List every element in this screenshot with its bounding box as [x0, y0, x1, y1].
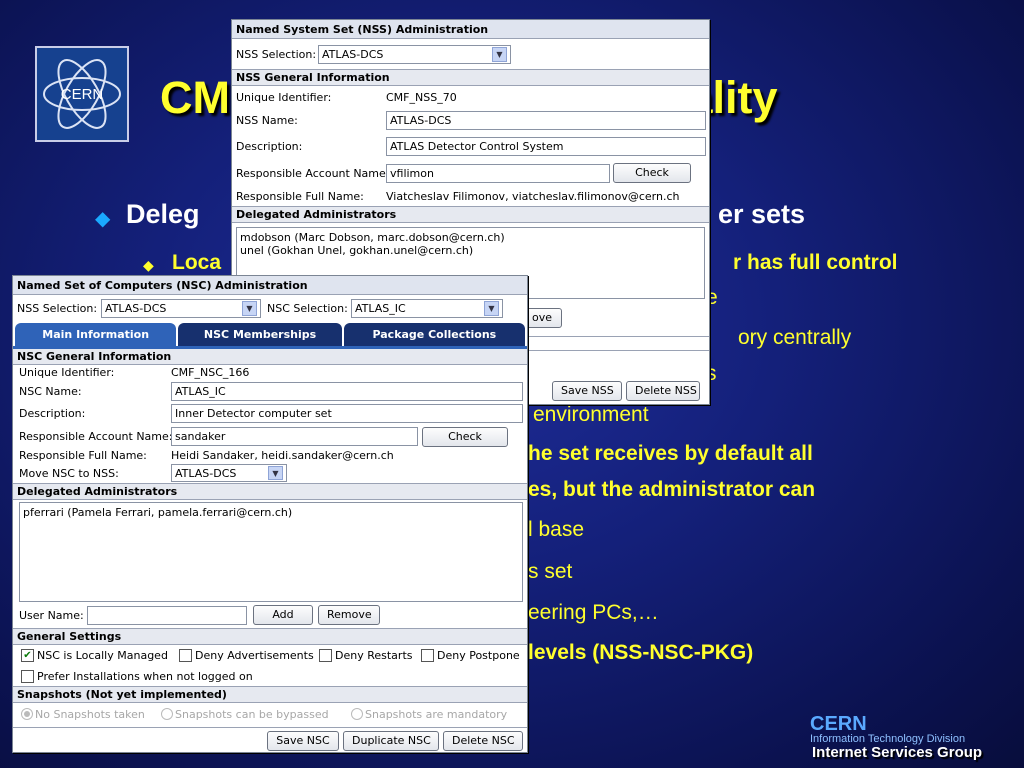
nsc-fullname-value: Heidi Sandaker, heidi.sandaker@cern.ch [171, 449, 394, 462]
bullet-l4: environment [533, 403, 649, 426]
bullet-l3-right: ory centrally [738, 326, 852, 349]
bullet-l9: levels (NSS-NSC-PKG) [528, 641, 754, 664]
bullet-l6: l base [528, 518, 585, 541]
tab-main-information[interactable]: Main Information [15, 323, 177, 346]
deny-ads-checkbox[interactable] [179, 649, 192, 662]
prefer-install-checkbox[interactable] [21, 669, 34, 683]
nss-window-title: Named System Set (NSS) Administration [232, 20, 709, 39]
nss-fullname-value: Viatcheslav Filimonov, viatcheslav.filim… [386, 189, 680, 203]
nsc-window-title: Named Set of Computers (NSC) Administrat… [13, 276, 527, 295]
nsc-move-dropdown[interactable]: ATLAS-DCS ▼ [171, 464, 287, 482]
nss-selection-label: NSS Selection: [236, 47, 317, 61]
snap-none-radio[interactable] [21, 708, 33, 720]
nsc-delegated-list[interactable]: pferrari (Pamela Ferrari, pamela.ferrari… [19, 502, 523, 602]
nsc-delete-button[interactable]: Delete NSC [443, 731, 523, 751]
nsc-duplicate-button[interactable]: Duplicate NSC [343, 731, 439, 751]
nss-description-field[interactable]: ATLAS Detector Control System [386, 136, 706, 156]
nss-description-label: Description: [236, 139, 303, 153]
nss-account-label: Responsible Account Name: [236, 166, 390, 180]
cern-logo-icon: CERN [43, 59, 121, 129]
bullet-l1: Deleg [126, 199, 200, 229]
nsc-description-label: Description: [19, 407, 86, 420]
nss-selection-dropdown[interactable]: ATLAS-DCS ▼ [318, 44, 511, 64]
nsc-selection-label: NSC Selection: [267, 301, 348, 315]
tab-package-collections[interactable]: Package Collections [343, 323, 525, 346]
nsc-move-value: ATLAS-DCS [175, 466, 237, 480]
bullet-l2: Loca [172, 251, 222, 274]
nss-delete-button[interactable]: Delete NSS [626, 381, 700, 401]
snap-mandatory-label: Snapshots are mandatory [365, 707, 508, 721]
nss-remove-button[interactable]: ove [522, 308, 562, 328]
nsc-remove-button[interactable]: Remove [318, 605, 380, 625]
nss-account-field[interactable]: vfilimon [386, 163, 610, 183]
locally-managed-label: NSC is Locally Managed [37, 649, 168, 662]
nsc-nss-selection-label: NSS Selection: [17, 301, 98, 315]
nss-fullname-label: Responsible Full Name: [236, 189, 364, 203]
footer-group: Internet Services Group [812, 744, 983, 761]
chevron-down-icon[interactable]: ▼ [484, 300, 499, 316]
tab-nsc-memberships[interactable]: NSC Memberships [178, 323, 342, 346]
slide-title-left: CM [160, 72, 230, 123]
nsc-nss-selection-dropdown[interactable]: ATLAS-DCS ▼ [101, 298, 261, 318]
logo-text: CERN [61, 86, 104, 103]
deny-restarts-label: Deny Restarts [335, 649, 413, 662]
bullet-l5b: es, but the administrator can [528, 478, 816, 501]
deny-postpone-checkbox[interactable] [421, 649, 434, 662]
bullet-diamond-icon: ◆ [95, 206, 111, 230]
sub-bullet-diamond-icon: ◆ [143, 258, 154, 274]
nss-check-button[interactable]: Check [613, 163, 691, 183]
slide-title: CM ionality [160, 72, 778, 124]
deny-postpone-label: Deny Postpone [437, 649, 520, 662]
bullet-l7: s set [528, 560, 573, 583]
nsc-tab-bar: Main Information NSC Memberships Package… [13, 321, 527, 346]
deny-restarts-checkbox[interactable] [319, 649, 332, 662]
nsc-check-button[interactable]: Check [422, 426, 508, 447]
nsc-account-field[interactable]: sandaker [171, 427, 418, 446]
chevron-down-icon[interactable]: ▼ [268, 466, 283, 480]
nsc-general-header: NSC General Information [13, 349, 527, 365]
nsc-admin-window: Named Set of Computers (NSC) Administrat… [12, 275, 528, 753]
nss-general-header: NSS General Information [232, 69, 709, 86]
footer-logo: CERN Information Technology Division Int… [808, 713, 1018, 768]
nss-unique-id-value: CMF_NSS_70 [386, 90, 457, 104]
snap-bypass-radio[interactable] [161, 708, 173, 720]
nsc-add-button[interactable]: Add [253, 605, 313, 625]
nss-name-label: NSS Name: [236, 113, 298, 127]
snap-bypass-label: Snapshots can be bypassed [175, 707, 329, 721]
nsc-unique-id-value: CMF_NSC_166 [171, 366, 250, 379]
snap-mandatory-radio[interactable] [351, 708, 363, 720]
nsc-unique-id-label: Unique Identifier: [19, 366, 115, 379]
nsc-selection-value: ATLAS_IC [355, 301, 406, 315]
bullet-l5a: he set receives by default all [528, 442, 813, 465]
bullet-l2-right: r has full control [733, 251, 898, 274]
chevron-down-icon[interactable]: ▼ [242, 300, 257, 316]
nsc-save-button[interactable]: Save NSC [267, 731, 339, 751]
nsc-selection-dropdown[interactable]: ATLAS_IC ▼ [351, 298, 503, 318]
bullet-l8: eering PCs,… [528, 601, 659, 624]
nsc-name-field[interactable]: ATLAS_IC [171, 381, 523, 401]
nss-save-button[interactable]: Save NSS [552, 381, 622, 401]
nsc-name-label: NSC Name: [19, 384, 82, 398]
nsc-user-name-field[interactable] [87, 605, 247, 625]
nsc-snapshots-header: Snapshots (Not yet implemented) [13, 686, 527, 703]
deny-ads-label: Deny Advertisements [195, 649, 314, 662]
chevron-down-icon[interactable]: ▼ [492, 46, 507, 62]
nsc-fullname-label: Responsible Full Name: [19, 449, 147, 462]
nss-unique-id-label: Unique Identifier: [236, 90, 332, 104]
nsc-nss-selection-value: ATLAS-DCS [105, 301, 167, 315]
nsc-delegated-header: Delegated Administrators [13, 483, 527, 500]
nss-selection-value: ATLAS-DCS [322, 47, 384, 61]
nsc-account-label: Responsible Account Name: [19, 430, 173, 443]
nss-delegated-header: Delegated Administrators [232, 206, 709, 223]
nsc-description-field[interactable]: Inner Detector computer set [171, 404, 523, 423]
prefer-install-label: Prefer Installations when not logged on [37, 669, 253, 683]
nsc-user-name-label: User Name: [19, 608, 84, 622]
nss-name-field[interactable]: ATLAS-DCS [386, 110, 706, 130]
locally-managed-checkbox[interactable]: ✔ [21, 649, 34, 662]
snap-none-label: No Snapshots taken [35, 707, 145, 721]
nsc-move-label: Move NSC to NSS: [19, 466, 119, 480]
bullet-l1-right: er sets [718, 199, 806, 229]
cern-logo: CERN [35, 46, 129, 142]
nsc-settings-header: General Settings [13, 628, 527, 645]
